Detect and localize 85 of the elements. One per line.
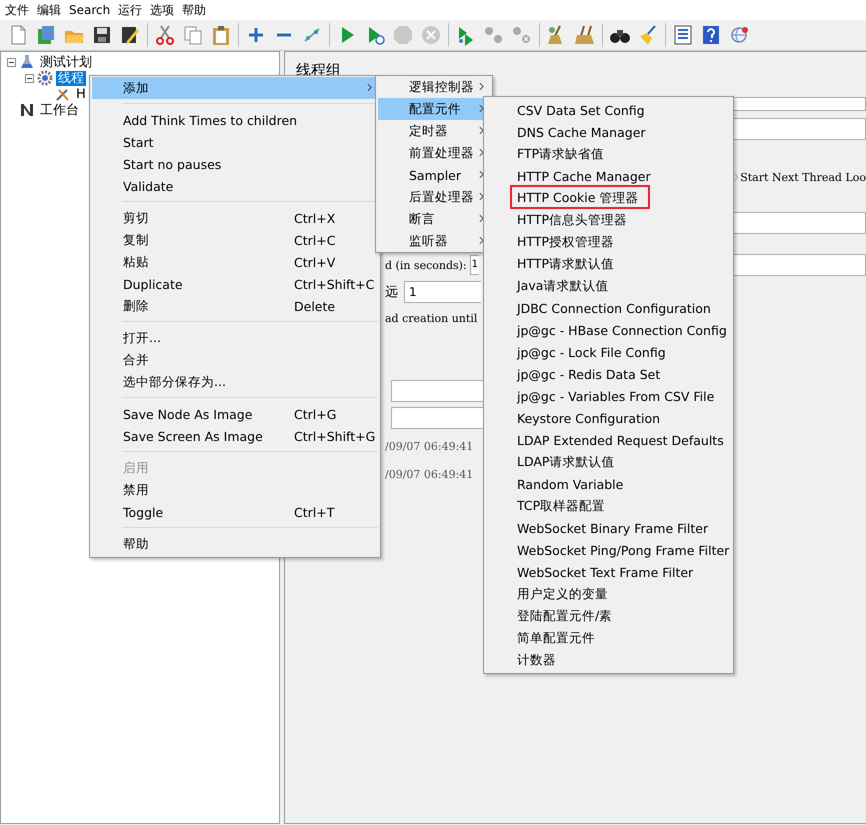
delay-field[interactable] — [391, 407, 485, 429]
menu-item[interactable]: Save Node As Image Ctrl+G — [92, 403, 378, 425]
threads-field[interactable] — [733, 212, 866, 234]
menu-item[interactable]: 登陆配置元件/素 — [486, 605, 731, 627]
chevron-right-icon — [479, 82, 484, 91]
menu-item[interactable]: 用户定义的变量 — [486, 583, 731, 605]
menu-item[interactable]: 计数器 — [486, 649, 731, 671]
menu-bar-item[interactable]: 运行 — [114, 2, 146, 18]
remote-stop-icon[interactable] — [483, 24, 505, 46]
menu-item[interactable]: 简单配置元件 — [486, 627, 731, 649]
menu-item[interactable]: 删除 Delete — [92, 295, 378, 317]
menu-item[interactable]: 帮助 — [92, 533, 378, 555]
menu-item[interactable]: JDBC Connection Configuration — [486, 297, 731, 319]
help-icon[interactable] — [700, 24, 722, 46]
save-icon[interactable] — [91, 24, 113, 46]
menu-item[interactable]: Toggle Ctrl+T — [92, 501, 378, 523]
menu-item[interactable]: Start — [92, 131, 378, 153]
menu-item[interactable]: Validate — [92, 175, 378, 197]
menu-item[interactable]: 剪切 Ctrl+X — [92, 207, 378, 229]
brooms-icon[interactable] — [574, 24, 596, 46]
start-time-field[interactable]: /09/07 06:49:41 — [385, 437, 480, 457]
collapse-icon[interactable] — [7, 58, 16, 66]
duration-field[interactable] — [391, 380, 485, 402]
paste-icon[interactable] — [210, 24, 232, 46]
menu-item[interactable]: 添加 — [92, 77, 378, 99]
list-icon[interactable] — [672, 24, 694, 46]
chevron-right-icon — [479, 148, 484, 157]
menu-item[interactable]: 复制 Ctrl+C — [92, 229, 378, 251]
loop-count-label: 远 — [385, 284, 398, 301]
menu-bar-item[interactable]: 帮助 — [178, 2, 210, 18]
remote-shutdown-icon[interactable] — [511, 24, 533, 46]
menu-item[interactable]: LDAP请求默认值 — [486, 451, 731, 473]
radio-label: Start Next Thread Loo — [740, 170, 866, 184]
menu-item[interactable]: Add Think Times to children — [92, 109, 378, 131]
copy-icon[interactable] — [182, 24, 204, 46]
collapse-icon[interactable] — [25, 74, 34, 82]
menu-item[interactable]: WebSocket Text Frame Filter — [486, 561, 731, 583]
template-icon[interactable] — [35, 24, 57, 46]
chevron-right-icon — [479, 126, 484, 135]
menu-item[interactable]: 禁用 — [92, 479, 378, 501]
comments-field[interactable] — [733, 118, 866, 140]
chevron-right-icon — [479, 170, 484, 179]
tree-node[interactable]: 线程 — [56, 70, 86, 86]
chevron-right-icon — [479, 192, 484, 201]
menu-bar-item[interactable]: 编辑 — [33, 2, 65, 18]
chevron-right-icon — [479, 104, 484, 113]
edit-icon[interactable] — [119, 24, 141, 46]
menu-item[interactable]: jp@gc - HBase Connection Config — [486, 319, 731, 341]
menu-bar-item[interactable]: 文件 — [1, 2, 33, 18]
menu-item[interactable]: Random Variable — [486, 473, 731, 495]
menu-item[interactable]: 打开... — [92, 327, 378, 349]
loop-count-field[interactable]: 1 — [404, 281, 481, 303]
menu-item[interactable]: HTTP请求默认值 — [486, 253, 731, 275]
menu-item[interactable]: Save Screen As Image Ctrl+Shift+G — [92, 425, 378, 447]
tree-node[interactable]: 测试计划 — [38, 54, 94, 70]
menu-item[interactable]: LDAP Extended Request Defaults — [486, 429, 731, 451]
menu-item[interactable]: jp@gc - Variables From CSV File — [486, 385, 731, 407]
menu-item[interactable]: WebSocket Ping/Pong Frame Filter — [486, 539, 731, 561]
menu-item[interactable]: Duplicate Ctrl+Shift+C — [92, 273, 378, 295]
cut-icon[interactable] — [154, 24, 176, 46]
chevron-right-icon — [479, 236, 484, 245]
menu-item[interactable]: TCP取样器配置 — [486, 495, 731, 517]
chevron-right-icon — [479, 214, 484, 223]
menu-item[interactable]: Java请求默认值 — [486, 275, 731, 297]
menu-item[interactable]: 逻辑控制器 — [378, 76, 490, 98]
name-field[interactable] — [733, 97, 866, 111]
delay-label: ad creation until — [385, 312, 478, 325]
flask-icon — [19, 54, 35, 70]
ramp-up-input[interactable] — [732, 254, 866, 276]
menu-item[interactable]: jp@gc - Redis Data Set — [486, 363, 731, 385]
menu-item[interactable]: 选中部分保存为... — [92, 371, 378, 393]
gear-icon — [37, 70, 53, 86]
menu-item[interactable]: WebSocket Binary Frame Filter — [486, 517, 731, 539]
menu-item[interactable]: 粘贴 Ctrl+V — [92, 251, 378, 273]
tree-node[interactable]: 工作台 — [38, 102, 81, 118]
menu-item[interactable]: 合并 — [92, 349, 378, 371]
menu-bar-item[interactable]: Search — [65, 3, 114, 17]
menu-item[interactable]: jp@gc - Lock File Config — [486, 341, 731, 363]
menu-item[interactable]: Start no pauses — [92, 153, 378, 175]
menu-bar-item[interactable]: 选项 — [146, 2, 178, 18]
ramp-up-field[interactable]: 1 — [470, 255, 479, 275]
end-time-field[interactable]: /09/07 06:49:41 — [385, 465, 480, 485]
menu-item[interactable]: Keystore Configuration — [486, 407, 731, 429]
tree-node[interactable]: H — [74, 86, 88, 102]
ramp-up-label: d (in seconds): — [385, 258, 467, 272]
